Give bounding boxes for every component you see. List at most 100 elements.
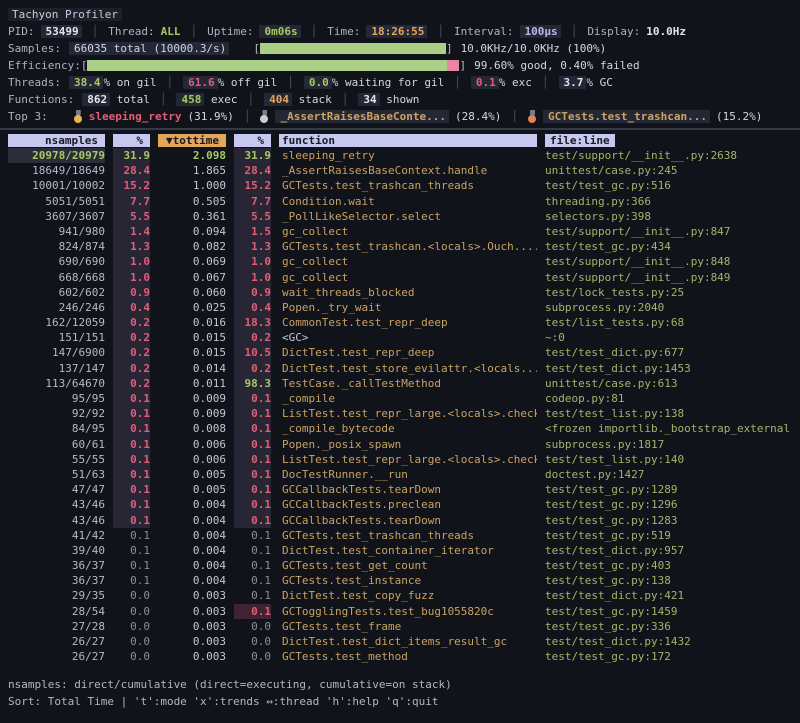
table-row: 55/550.10.0060.1ListTest.test_repr_large… [0,452,800,467]
cell-nsamples: 147/6900 [8,345,105,360]
cell-pct-direct: 0.2 [113,315,150,330]
cell-pct-cumulative: 1.0 [234,254,271,269]
table-row: 43/460.10.0040.1GCCallbackTests.tearDown… [0,513,800,528]
table-row: 60/610.10.0060.1Popen._posix_spawnsubpro… [0,437,800,452]
cell-pct-cumulative: 0.1 [234,467,271,482]
cell-tottime: 0.011 [158,376,226,391]
cell-pct-cumulative: 98.3 [234,376,271,391]
cell-nsamples: 10001/10002 [8,178,105,193]
cell-nsamples: 941/980 [8,224,105,239]
samples-label: Samples: [8,42,61,55]
table-row: 668/6681.00.0671.0gc_collecttest/support… [0,270,800,285]
cell-pct-cumulative: 0.1 [234,543,271,558]
cell-nsamples: 47/47 [8,482,105,497]
cell-tottime: 0.008 [158,421,226,436]
cell-nsamples: 137/147 [8,361,105,376]
cell-pct-cumulative: 0.1 [234,604,271,619]
cell-nsamples: 18649/18649 [8,163,105,178]
samples-row: Samples: 66035 total (10000.3/s) [ ] 10.… [0,40,800,57]
threads-stat-suffix: % off gil [218,76,278,89]
cell-tottime: 0.006 [158,437,226,452]
cell-function: GCTests.test_trashcan_threads [279,178,537,193]
cell-file-line: codeop.py:81 [545,391,800,406]
footer-keybinds: Sort: Total Time | 't':mode 'x':trends ↔… [0,693,800,710]
table-row: 29/350.00.0030.1DictTest.test_copy_fuzzt… [0,588,800,603]
title-row: Tachyon Profiler [0,6,800,23]
cell-pct-cumulative: 1.0 [234,270,271,285]
table-row: 28/540.00.0030.1GCTogglingTests.test_bug… [0,604,800,619]
cell-nsamples: 824/874 [8,239,105,254]
separator: │ [571,25,578,38]
cell-function: _PollLikeSelector.select [279,209,537,224]
column-header-nsamples[interactable]: nsamples [8,134,105,147]
samples-total: 66035 total (10000.3/s) [69,42,229,55]
table-row: 41/420.10.0040.1GCTests.test_trashcan_th… [0,528,800,543]
efficiency-good-segment [87,60,447,71]
separator: │ [454,76,461,89]
column-header-function[interactable]: function [279,134,537,147]
cell-pct-cumulative: 31.9 [234,148,271,163]
cell-tottime: 0.067 [158,270,226,285]
cell-function: _compile [279,391,537,406]
divider [0,128,800,130]
top3-percentage: (31.9%) [187,110,233,123]
cell-file-line: test/test_gc.py:336 [545,619,800,634]
cell-function: <GC> [279,330,537,345]
column-header-tottime-sorted[interactable]: ▼tottime [158,134,226,147]
cell-function: TestCase._callTestMethod [279,376,537,391]
cell-function: _AssertRaisesBaseContext.handle [279,163,537,178]
cell-pct-direct: 0.0 [113,649,150,664]
cell-function: DictTest.test_dict_items_result_gc [279,634,537,649]
cell-pct-direct: 0.1 [113,421,150,436]
cell-pct-direct: 28.4 [113,163,150,178]
cell-tottime: 0.060 [158,285,226,300]
pid-label: PID: [8,25,35,38]
table-row: 941/9801.40.0941.5gc_collecttest/support… [0,224,800,239]
cell-pct-direct: 0.2 [113,361,150,376]
column-header-file[interactable]: file:line [545,134,615,147]
table-body: 20978/2097931.92.09831.9sleeping_retryte… [0,148,800,664]
column-header-file-cell: file:line [545,134,800,147]
separator: │ [247,93,254,106]
column-header-pct-cumulative[interactable]: % [234,134,271,147]
cell-pct-cumulative: 28.4 [234,163,271,178]
cell-file-line: subprocess.py:1817 [545,437,800,452]
cell-function: DictTest.test_store_evilattr.<locals... [279,361,537,376]
cell-file-line: test/support/__init__.py:848 [545,254,800,269]
cell-pct-cumulative: 0.2 [234,361,271,376]
cell-file-line: test/test_gc.py:403 [545,558,800,573]
cell-tottime: 0.005 [158,467,226,482]
cell-function: gc_collect [279,224,537,239]
cell-pct-direct: 0.1 [113,513,150,528]
functions-row: Functions: 862 total│458 exec│404 stack│… [0,91,800,108]
cell-pct-cumulative: 0.0 [234,649,271,664]
efficiency-label: Efficiency: [8,59,81,72]
cell-tottime: 0.003 [158,634,226,649]
cell-function: GCTests.test_trashcan.<locals>.Ouch.... [279,239,537,254]
column-header-pct-direct[interactable]: % [113,134,150,147]
cell-file-line: test/test_dict.py:1432 [545,634,800,649]
cell-function: sleeping_retry [279,148,537,163]
cell-pct-direct: 7.7 [113,194,150,209]
cell-tottime: 0.004 [158,513,226,528]
threads-stat-value: 3.7 [559,76,587,89]
functions-stat-value: 458 [176,93,204,106]
cell-function: DictTest.test_copy_fuzz [279,588,537,603]
table-row: 824/8741.30.0821.3GCTests.test_trashcan.… [0,239,800,254]
table-row: 36/370.10.0040.1GCTests.test_instancetes… [0,573,800,588]
cell-nsamples: 36/37 [8,573,105,588]
cell-nsamples: 84/95 [8,421,105,436]
table-row: 10001/1000215.21.00015.2GCTests.test_tra… [0,178,800,193]
cell-pct-cumulative: 0.1 [234,391,271,406]
uptime-value: 0m06s [259,25,300,38]
table-row: 113/646700.20.01198.3TestCase._callTestM… [0,376,800,391]
cell-nsamples: 60/61 [8,437,105,452]
efficiency-row: Efficiency: [ ] 99.60% good, 0.40% faile… [0,57,800,74]
cell-pct-direct: 1.0 [113,254,150,269]
status-bar: PID: 53499 │ Thread: ALL │ Uptime: 0m06s… [0,23,800,40]
cell-file-line: test/lock_tests.py:25 [545,285,800,300]
cell-pct-direct: 0.9 [113,285,150,300]
terminal-screen: Tachyon Profiler PID: 53499 │ Thread: AL… [0,0,800,723]
separator: │ [166,76,173,89]
cell-pct-direct: 0.1 [113,406,150,421]
